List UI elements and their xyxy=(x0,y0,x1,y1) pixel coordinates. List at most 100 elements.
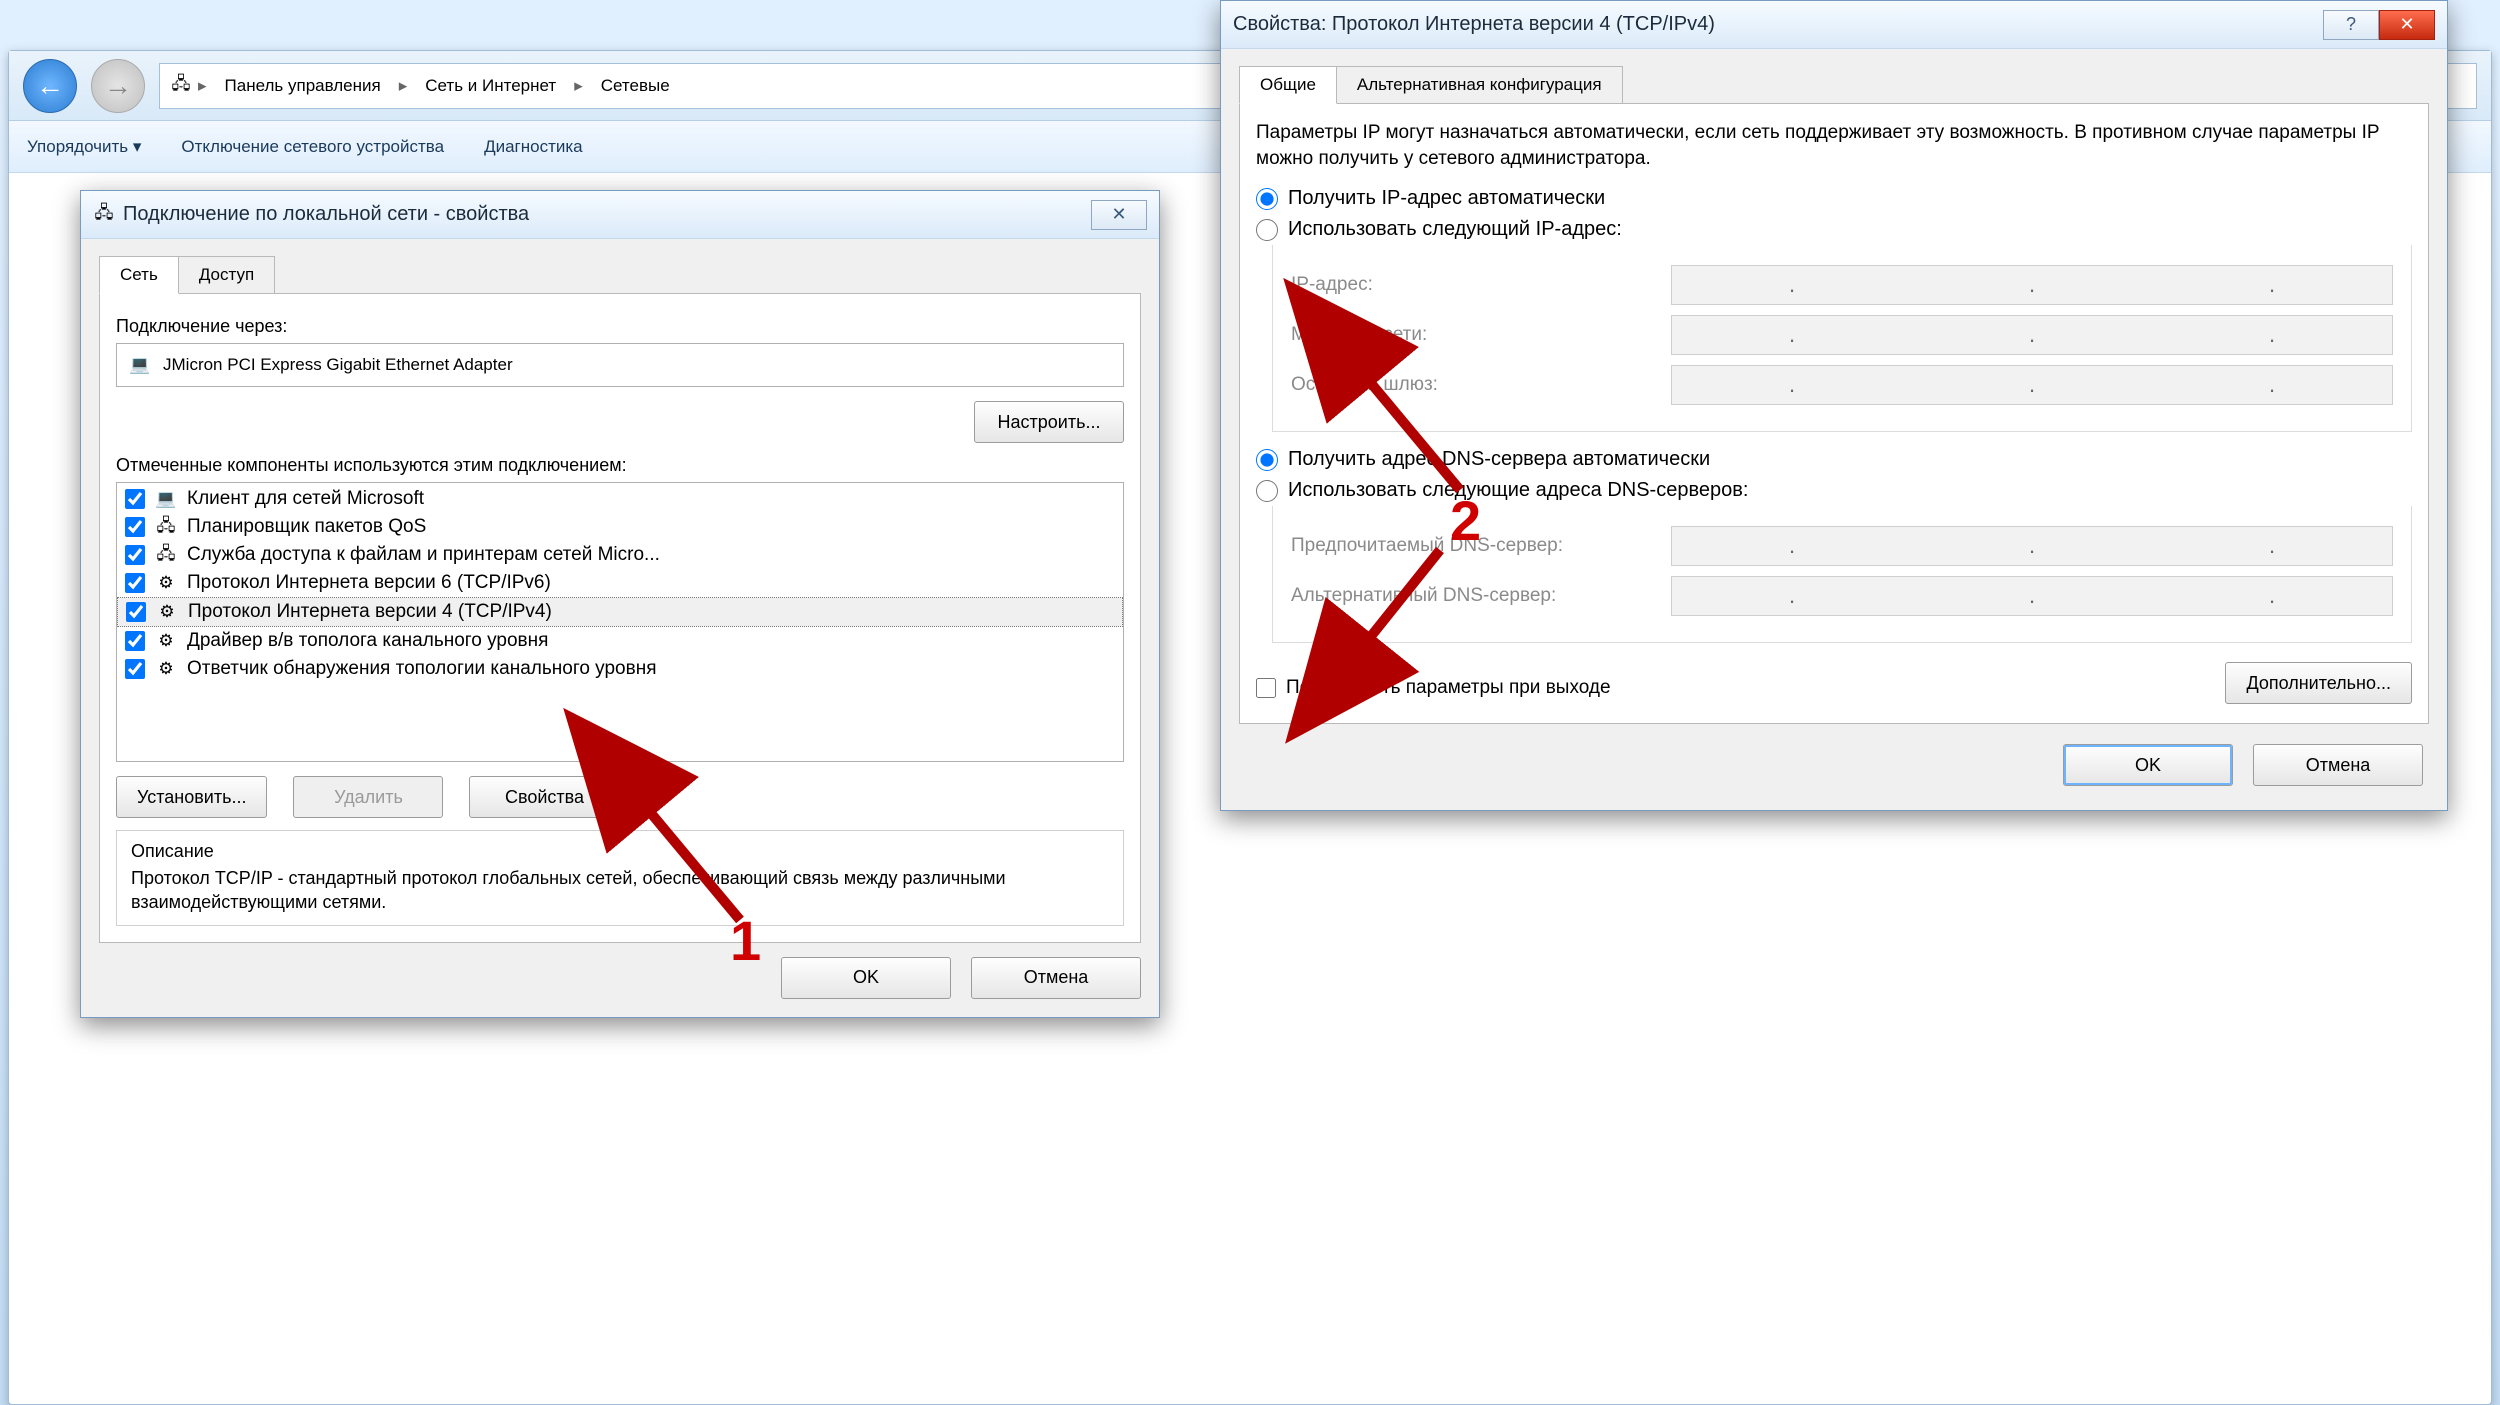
checkbox[interactable] xyxy=(126,602,146,622)
component-item[interactable]: 💻 Клиент для сетей Microsoft xyxy=(117,485,1123,513)
properties-button[interactable]: Свойства xyxy=(469,776,619,818)
network-icon: 🖧 xyxy=(170,75,192,97)
info-text: Параметры IP могут назначаться автоматич… xyxy=(1256,120,2412,171)
fileshare-icon: 🖧 xyxy=(155,544,177,566)
component-item[interactable]: 🖧Планировщик пакетов QoS xyxy=(117,513,1123,541)
tab-panel-network: Подключение через: 💻 JMicron PCI Express… xyxy=(99,293,1141,943)
dns-manual-fields: Предпочитаемый DNS-сервер: ... Альтернат… xyxy=(1272,506,2412,643)
dialog-title: Подключение по локальной сети - свойства xyxy=(123,203,529,226)
tab-general[interactable]: Общие xyxy=(1239,66,1337,104)
install-button[interactable]: Установить... xyxy=(116,776,267,818)
checkbox[interactable] xyxy=(125,631,145,651)
cancel-button[interactable]: Отмена xyxy=(2253,744,2423,786)
radio-input[interactable] xyxy=(1256,188,1278,210)
configure-button[interactable]: Настроить... xyxy=(974,401,1124,443)
radio-label: Использовать следующие адреса DNS-сервер… xyxy=(1288,479,1748,502)
chevron-right-icon: ▸ xyxy=(192,76,213,96)
preferred-dns-label: Предпочитаемый DNS-сервер: xyxy=(1291,535,1651,557)
ip-address-input: ... xyxy=(1671,265,2393,305)
adapter-box[interactable]: 💻 JMicron PCI Express Gigabit Ethernet A… xyxy=(116,343,1124,387)
gateway-input: ... xyxy=(1671,365,2393,405)
description-box: Описание Протокол TCP/IP - стандартный п… xyxy=(116,830,1124,926)
ip-address-label: IP-адрес: xyxy=(1291,274,1651,296)
cancel-button[interactable]: Отмена xyxy=(971,957,1141,999)
subnet-mask-input: ... xyxy=(1671,315,2393,355)
disable-device-button[interactable]: Отключение сетевого устройства xyxy=(181,137,444,157)
tab-panel-general: Параметры IP могут назначаться автоматич… xyxy=(1239,103,2429,724)
alt-dns-input: ... xyxy=(1671,576,2393,616)
diagnose-button[interactable]: Диагностика xyxy=(484,137,583,157)
radio-ip-auto[interactable]: Получить IP-адрес автоматически xyxy=(1256,187,2412,210)
client-icon: 💻 xyxy=(155,488,177,510)
confirm-on-exit[interactable]: Подтвердить параметры при выходе xyxy=(1256,677,1611,699)
checkbox[interactable] xyxy=(125,517,145,537)
ok-button[interactable]: OK xyxy=(781,957,951,999)
chevron-right-icon: ▸ xyxy=(568,76,589,96)
scheduler-icon: 🖧 xyxy=(155,516,177,538)
checkbox[interactable] xyxy=(1256,678,1276,698)
protocol-icon: ⚙ xyxy=(155,572,177,594)
protocol-icon: ⚙ xyxy=(155,630,177,652)
components-label: Отмеченные компоненты используются этим … xyxy=(116,455,1124,476)
radio-dns-manual[interactable]: Использовать следующие адреса DNS-сервер… xyxy=(1256,479,2412,502)
tab-access[interactable]: Доступ xyxy=(178,256,275,294)
advanced-button[interactable]: Дополнительно... xyxy=(2225,662,2412,704)
close-button[interactable]: ✕ xyxy=(2379,10,2435,40)
component-label: Драйвер в/в тополога канального уровня xyxy=(187,630,548,652)
ip-manual-fields: IP-адрес: ... Маска подсети: ... Основно… xyxy=(1272,245,2412,432)
tabstrip: Сеть Доступ xyxy=(99,256,1141,294)
radio-label: Использовать следующий IP-адрес: xyxy=(1288,218,1622,241)
radio-label: Получить IP-адрес автоматически xyxy=(1288,187,1605,210)
radio-ip-manual[interactable]: Использовать следующий IP-адрес: xyxy=(1256,218,2412,241)
checkbox[interactable] xyxy=(125,573,145,593)
dialog-titlebar[interactable]: 🖧 Подключение по локальной сети - свойст… xyxy=(81,191,1159,239)
ipv4-properties-dialog: Свойства: Протокол Интернета версии 4 (T… xyxy=(1220,0,2448,811)
dialog-titlebar[interactable]: Свойства: Протокол Интернета версии 4 (T… xyxy=(1221,1,2447,49)
nav-back-button[interactable]: ← xyxy=(23,59,77,113)
tab-alt-config[interactable]: Альтернативная конфигурация xyxy=(1336,66,1623,104)
radio-input[interactable] xyxy=(1256,480,1278,502)
organize-menu[interactable]: Упорядочить ▾ xyxy=(27,137,141,157)
chevron-right-icon: ▸ xyxy=(393,76,414,96)
protocol-icon: ⚙ xyxy=(155,658,177,680)
crumb-control-panel[interactable]: Панель управления xyxy=(213,76,393,96)
component-label: Протокол Интернета версии 4 (TCP/IPv4) xyxy=(188,601,552,623)
checkbox[interactable] xyxy=(125,489,145,509)
description-text: Протокол TCP/IP - стандартный протокол г… xyxy=(131,866,1109,915)
component-item[interactable]: ⚙Ответчик обнаружения топологии канально… xyxy=(117,655,1123,683)
component-label: Служба доступа к файлам и принтерам сете… xyxy=(187,544,660,566)
uninstall-button[interactable]: Удалить xyxy=(293,776,443,818)
component-label: Протокол Интернета версии 6 (TCP/IPv6) xyxy=(187,572,551,594)
subnet-mask-label: Маска подсети: xyxy=(1291,324,1651,346)
crumb-network-internet[interactable]: Сеть и Интернет xyxy=(413,76,568,96)
checkbox[interactable] xyxy=(125,545,145,565)
component-item[interactable]: ⚙ Драйвер в/в тополога канального уровня xyxy=(117,627,1123,655)
component-item[interactable]: ⚙ Протокол Интернета версии 6 (TCP/IPv6) xyxy=(117,569,1123,597)
protocol-icon: ⚙ xyxy=(156,601,178,623)
radio-label: Получить адрес DNS-сервера автоматически xyxy=(1288,448,1710,471)
alt-dns-label: Альтернативный DNS-сервер: xyxy=(1291,585,1651,607)
confirm-label: Подтвердить параметры при выходе xyxy=(1286,677,1611,699)
radio-input[interactable] xyxy=(1256,449,1278,471)
description-label: Описание xyxy=(131,841,1109,862)
radio-dns-auto[interactable]: Получить адрес DNS-сервера автоматически xyxy=(1256,448,2412,471)
crumb-network-connections[interactable]: Сетевые xyxy=(589,76,682,96)
network-adapter-icon: 🖧 xyxy=(93,204,115,226)
dialog-title: Свойства: Протокол Интернета версии 4 (T… xyxy=(1233,13,1715,36)
gateway-label: Основной шлюз: xyxy=(1291,374,1651,396)
nic-icon: 💻 xyxy=(129,354,151,376)
connection-properties-dialog: 🖧 Подключение по локальной сети - свойст… xyxy=(80,190,1160,1018)
components-list[interactable]: 💻 Клиент для сетей Microsoft 🖧Планировщик … xyxy=(116,482,1124,762)
component-label: Клиент для сетей Microsoft xyxy=(187,488,424,510)
tab-network[interactable]: Сеть xyxy=(99,256,179,294)
checkbox[interactable] xyxy=(125,659,145,679)
close-button[interactable]: ✕ xyxy=(1091,200,1147,230)
component-item[interactable]: ⚙ Протокол Интернета версии 4 (TCP/IPv4) xyxy=(117,597,1123,627)
radio-input[interactable] xyxy=(1256,219,1278,241)
ok-button[interactable]: OK xyxy=(2063,744,2233,786)
help-button[interactable]: ? xyxy=(2323,10,2379,40)
tabstrip: Общие Альтернативная конфигурация xyxy=(1239,66,2429,104)
nav-forward-button[interactable]: → xyxy=(91,59,145,113)
component-item[interactable]: 🖧 Служба доступа к файлам и принтерам сет… xyxy=(117,541,1123,569)
connect-via-label: Подключение через: xyxy=(116,316,1124,337)
